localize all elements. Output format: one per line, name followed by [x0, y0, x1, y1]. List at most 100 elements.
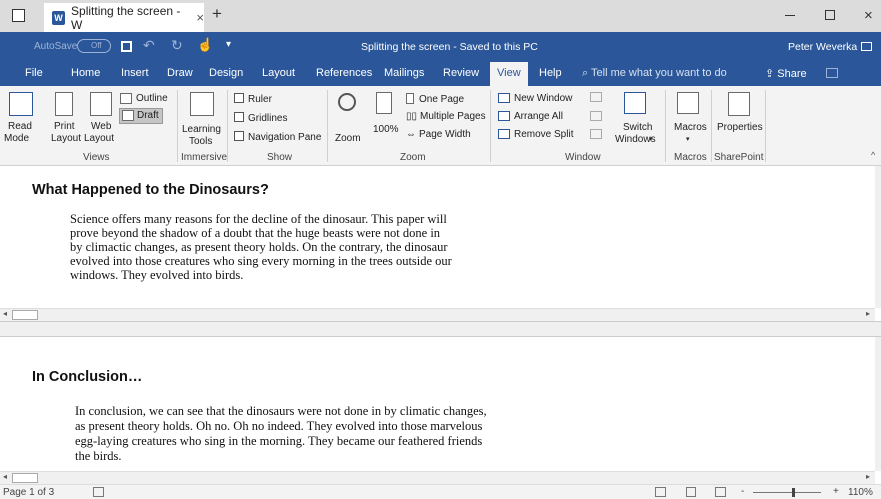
tab-mailings[interactable]: Mailings [384, 67, 424, 79]
user-name[interactable]: Peter Weverka [788, 41, 857, 53]
reset-window-position-icon[interactable] [590, 129, 602, 139]
top-pane-line-5: windows. They evolved into birds. [70, 268, 244, 282]
bottom-pane-line-1: In conclusion, we can see that the dinos… [75, 404, 487, 418]
draft-button[interactable]: Draft [119, 108, 163, 124]
tab-references[interactable]: References [316, 67, 372, 79]
maximize-button[interactable] [825, 10, 835, 20]
zoom-level[interactable]: 110% [848, 487, 873, 498]
redo-icon[interactable]: ↻ [171, 37, 183, 54]
scroll-right-icon[interactable]: ▸ [866, 309, 870, 318]
close-tab-icon[interactable]: × [196, 10, 204, 25]
properties-button[interactable]: Properties [714, 86, 764, 148]
read-mode-button[interactable]: Read Mode [0, 86, 40, 148]
tab-insert[interactable]: Insert [121, 67, 149, 79]
remove-split-button[interactable]: Remove Split [498, 129, 573, 141]
top-horizontal-scrollbar[interactable]: ◂ ▸ [0, 308, 875, 321]
bottom-vertical-scrollbar[interactable] [875, 337, 881, 471]
scroll-right-icon[interactable]: ▸ [866, 472, 870, 481]
view-side-by-side-icon[interactable] [590, 92, 602, 102]
print-layout-view-icon[interactable] [686, 487, 696, 497]
comments-icon[interactable] [826, 68, 838, 78]
split-bar[interactable] [0, 321, 881, 337]
zoom-slider-thumb[interactable] [792, 488, 795, 497]
bottom-pane-line-3: egg-laying creatures who sing in the mor… [75, 434, 483, 448]
print-layout-icon [55, 92, 73, 116]
top-vertical-scrollbar[interactable] [875, 166, 881, 308]
tab-draw[interactable]: Draw [167, 67, 193, 79]
print-layout-label-2: Layout [51, 133, 82, 144]
customize-qat-icon[interactable]: ▾ [226, 39, 231, 50]
scroll-left-icon[interactable]: ◂ [3, 472, 7, 481]
separator [711, 90, 712, 162]
save-icon[interactable] [121, 41, 132, 52]
zoom-100-button[interactable]: 100% [369, 86, 399, 148]
multiple-pages-label: Multiple Pages [420, 111, 486, 122]
web-layout-view-icon[interactable] [715, 487, 726, 497]
status-bar: Page 1 of 3 - + 110% [0, 484, 881, 499]
zoom-slider[interactable] [753, 492, 821, 493]
ribbon-display-icon[interactable] [861, 42, 872, 51]
tab-actions-icon[interactable] [12, 9, 25, 22]
read-mode-label-1: Read [8, 121, 32, 132]
chevron-down-icon: ▾ [686, 136, 690, 143]
close-window-button[interactable]: × [864, 7, 873, 24]
navigation-pane-checkbox[interactable]: Navigation Pane [234, 131, 321, 144]
scroll-thumb[interactable] [12, 310, 38, 320]
new-window-button[interactable]: New Window [498, 93, 572, 105]
learning-tools-button[interactable]: Learning Tools [181, 86, 225, 148]
zoom-button[interactable]: Zoom [332, 86, 366, 148]
print-layout-label-1: Print [54, 121, 75, 132]
read-mode-label-2: Mode [4, 133, 30, 144]
ruler-label: Ruler [248, 94, 272, 105]
autosave-state: Off [91, 41, 102, 50]
gridlines-checkbox[interactable]: Gridlines [234, 112, 287, 125]
tab-review[interactable]: Review [443, 67, 479, 79]
macros-button[interactable]: Macros ▾ [668, 86, 708, 148]
tab-design[interactable]: Design [209, 67, 243, 79]
tab-home[interactable]: Home [71, 67, 100, 79]
web-layout-button[interactable]: Web Layout [84, 86, 118, 148]
switch-windows-button[interactable]: Switch Windows ▾ [612, 86, 658, 148]
touch-mode-icon[interactable]: ☝ [197, 37, 213, 53]
one-page-button[interactable]: One Page [406, 93, 464, 106]
undo-icon[interactable]: ↶ [143, 37, 155, 54]
share-button[interactable]: ⇪ Share [765, 67, 807, 80]
page-count[interactable]: Page 1 of 3 [3, 487, 54, 498]
ruler-checkbox[interactable]: Ruler [234, 93, 272, 106]
outline-button[interactable]: Outline [120, 92, 170, 106]
read-mode-view-icon[interactable] [655, 487, 666, 497]
bottom-horizontal-scrollbar[interactable]: ◂ ▸ [0, 471, 875, 484]
tab-file[interactable]: File [25, 67, 43, 79]
zoom-out-button[interactable]: - [741, 486, 744, 497]
scroll-thumb[interactable] [12, 473, 38, 483]
collapse-ribbon-icon[interactable]: ^ [871, 150, 875, 160]
page-width-button[interactable]: ⇔ Page Width [406, 129, 471, 141]
tab-layout[interactable]: Layout [262, 67, 295, 79]
synchronous-scrolling-icon[interactable] [590, 111, 602, 121]
top-document-pane[interactable]: What Happened to the Dinosaurs? Science … [0, 166, 881, 308]
ribbon-tabs: File Home Insert Draw Design Layout Refe… [0, 62, 881, 86]
bottom-document-pane[interactable]: In Conclusion… In conclusion, we can see… [0, 337, 881, 471]
outline-icon [120, 93, 132, 104]
multiple-pages-button[interactable]: ▯▯ Multiple Pages [406, 111, 486, 123]
tab-help[interactable]: Help [539, 67, 562, 79]
switch-windows-label-1: Switch [623, 122, 653, 133]
top-pane-heading: What Happened to the Dinosaurs? [32, 182, 269, 198]
autosave-toggle[interactable]: Off [77, 39, 111, 53]
gridlines-label: Gridlines [248, 113, 288, 124]
print-layout-button[interactable]: Print Layout [46, 86, 82, 148]
minimize-button[interactable] [785, 15, 795, 16]
proofing-icon[interactable] [93, 487, 104, 497]
tell-me-box[interactable]: ⌕ Tell me what you want to do [582, 67, 727, 80]
tab-view[interactable]: View [490, 62, 528, 86]
document-tab[interactable]: W Splitting the screen - W × [44, 3, 204, 32]
scroll-left-icon[interactable]: ◂ [3, 309, 7, 318]
web-layout-label-2: Layout [84, 133, 115, 144]
document-title: Splitting the screen - Saved to this PC [361, 41, 538, 53]
new-tab-button[interactable]: + [212, 4, 222, 24]
learning-tools-icon [190, 92, 214, 116]
zoom-in-button[interactable]: + [833, 486, 839, 497]
arrange-all-button[interactable]: Arrange All [498, 111, 563, 123]
read-mode-icon [9, 92, 33, 116]
top-pane-line-4: evolved into those creatures who sing ev… [70, 254, 452, 268]
